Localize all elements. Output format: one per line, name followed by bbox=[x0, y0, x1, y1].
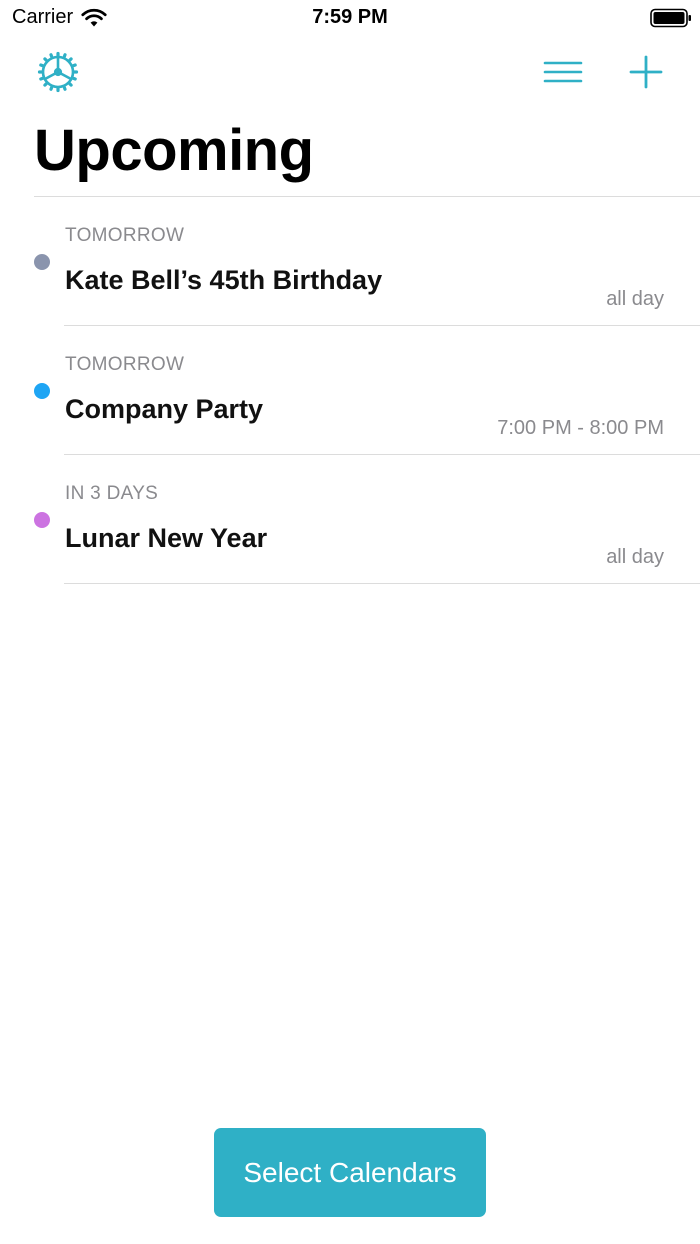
status-time: 7:59 PM bbox=[312, 6, 388, 28]
gear-icon bbox=[37, 51, 79, 93]
event-time: all day bbox=[606, 288, 664, 310]
event-relative-date: TOMORROW bbox=[65, 354, 185, 375]
event-row[interactable]: TOMORROW Kate Bell’s 45th Birthday all d… bbox=[0, 197, 700, 326]
event-time: 7:00 PM - 8:00 PM bbox=[497, 417, 664, 439]
event-title: Kate Bell’s 45th Birthday bbox=[65, 265, 383, 295]
calendar-color-dot bbox=[34, 254, 50, 270]
event-title: Company Party bbox=[65, 394, 264, 424]
calendar-color-dot bbox=[34, 383, 50, 399]
event-relative-date: TOMORROW bbox=[65, 225, 185, 246]
status-bar: Carrier 7:59 PM bbox=[0, 0, 700, 36]
select-calendars-button[interactable]: Select Calendars bbox=[214, 1128, 486, 1217]
nav-bar bbox=[0, 44, 700, 100]
page-title: Upcoming bbox=[34, 118, 314, 183]
menu-icon bbox=[543, 61, 583, 83]
row-divider bbox=[64, 583, 700, 584]
battery-icon bbox=[650, 8, 691, 28]
menu-button[interactable] bbox=[540, 54, 586, 90]
event-title: Lunar New Year bbox=[65, 523, 268, 553]
settings-button[interactable] bbox=[36, 50, 80, 94]
event-row[interactable]: TOMORROW Company Party 7:00 PM - 8:00 PM bbox=[0, 326, 700, 455]
event-time: all day bbox=[606, 546, 664, 568]
event-list: TOMORROW Kate Bell’s 45th Birthday all d… bbox=[0, 197, 700, 584]
calendar-color-dot bbox=[34, 512, 50, 528]
add-event-button[interactable] bbox=[624, 52, 668, 92]
event-relative-date: IN 3 DAYS bbox=[65, 483, 159, 504]
event-row[interactable]: IN 3 DAYS Lunar New Year all day bbox=[0, 455, 700, 584]
plus-icon bbox=[629, 55, 663, 89]
